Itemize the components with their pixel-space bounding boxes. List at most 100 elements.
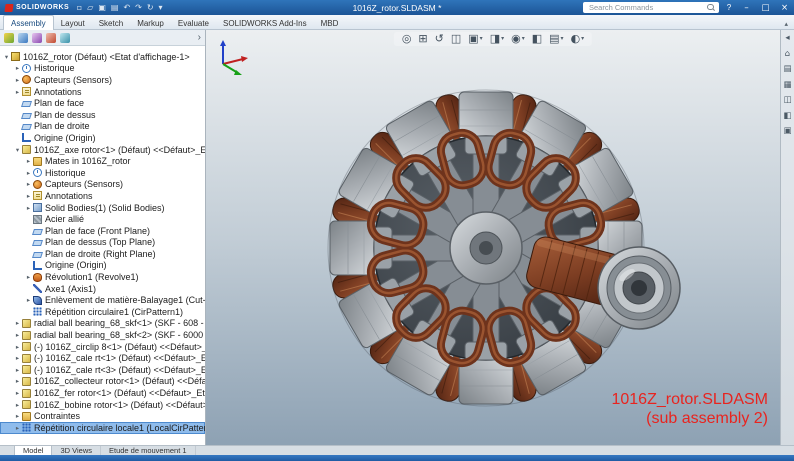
expand-arrow-icon[interactable]: ▸ <box>13 389 22 397</box>
graphics-area[interactable]: ◎ ⊞ ↺ ◫ ▣ ▾ ◨ ▾ ◉ ▾ ◧ ▤ ▾ ◐ ▾ 1016Z_rotor.SLDASM (sub … <box>206 30 780 445</box>
tree-item[interactable]: ▾ 1016Z_rotor (Défaut) <Etat d'affichage-… <box>0 51 205 63</box>
tree-item[interactable]: Plan de dessus <box>0 109 205 121</box>
expand-arrow-icon[interactable]: ▸ <box>13 319 22 327</box>
tab-solidworks-add-ins[interactable]: SOLIDWORKS Add-Ins <box>216 16 314 30</box>
section-view-icon[interactable]: ◫ <box>451 32 461 46</box>
hide-show-items-icon[interactable]: ◉ ▾ <box>511 32 525 46</box>
expand-arrow-icon[interactable]: ▸ <box>13 366 22 374</box>
tree-item[interactable]: ▸ radial ball bearing_68_skf<2> (SKF - 60… <box>0 329 205 341</box>
tab-layout[interactable]: Layout <box>54 16 92 30</box>
expand-arrow-icon[interactable]: ▸ <box>24 273 33 281</box>
tab-3d-views[interactable]: 3D Views <box>52 446 101 455</box>
expand-arrow-icon[interactable]: ▸ <box>13 331 22 339</box>
edit-appearance-icon[interactable]: ◧ <box>532 32 542 46</box>
expand-arrow-icon[interactable]: ▸ <box>24 169 33 177</box>
tree-item[interactable]: ▸ Annotations <box>0 190 205 202</box>
ribbon-collapse-icon[interactable]: ▴ <box>784 20 788 28</box>
expand-arrow-icon[interactable]: ▸ <box>13 64 22 72</box>
tree-item[interactable]: Plan de droite <box>0 121 205 133</box>
redo-icon[interactable]: ↷ <box>133 3 145 12</box>
command-search[interactable] <box>583 2 719 13</box>
expand-arrow-icon[interactable]: ▸ <box>13 354 22 362</box>
expand-arrow-icon[interactable]: ▸ <box>13 88 22 96</box>
close-button[interactable]: × <box>777 3 792 13</box>
tree-item[interactable]: ▸ Répétition circulaire locale1 (LocalCir… <box>0 422 205 434</box>
tree-item[interactable]: Acier allié <box>0 213 205 225</box>
tab-mbd[interactable]: MBD <box>314 16 346 30</box>
home-icon[interactable]: ⌂ <box>785 49 790 59</box>
zoom-area-icon[interactable]: ⊞ <box>418 32 427 46</box>
tree-item[interactable]: ▸ 1016Z_bobine rotor<1> (Défaut) <<Défaut… <box>0 399 205 411</box>
tree-item[interactable]: ▸ 1016Z_fer rotor<1> (Défaut) <<Défaut>_E… <box>0 387 205 399</box>
tree-item[interactable]: ▸ Révolution1 (Revolve1) <box>0 271 205 283</box>
expand-arrow-icon[interactable]: ▸ <box>13 401 22 409</box>
tab-motion-study-1[interactable]: Etude de mouvement 1 <box>101 446 196 455</box>
propertymanager-icon[interactable] <box>18 32 28 43</box>
minimize-button[interactable]: – <box>739 3 754 13</box>
tree-item[interactable]: ▸ Mates in 1016Z_rotor <box>0 155 205 167</box>
panel-expand-icon[interactable]: › <box>198 32 201 43</box>
options-arrow-icon[interactable]: ▾ <box>156 3 165 12</box>
tab-sketch[interactable]: Sketch <box>92 16 130 30</box>
featuremanager-tree-icon[interactable] <box>4 32 14 43</box>
tree-item[interactable]: ▸ (-) 1016Z_cale rt<3> (Défaut) <<Défaut>… <box>0 364 205 376</box>
tab-markup[interactable]: Markup <box>130 16 171 30</box>
tree-item[interactable]: ▸ Capteurs (Sensors) <box>0 74 205 86</box>
expand-arrow-icon[interactable]: ▾ <box>2 53 11 61</box>
tree-item[interactable]: ▸ (-) 1016Z_circlip 8<1> (Défaut) <<Défau… <box>0 341 205 353</box>
expand-arrow-icon[interactable]: ▸ <box>24 296 33 304</box>
search-input[interactable] <box>587 2 704 13</box>
tree-item[interactable]: ▾ 1016Z_axe rotor<1> (Défaut) <<Défaut>_E… <box>0 144 205 156</box>
view-orientation-icon[interactable]: ▣ ▾ <box>468 32 482 46</box>
ball-bearing[interactable] <box>597 246 681 330</box>
tree-item[interactable]: Axe1 (Axis1) <box>0 283 205 295</box>
appearances-icon[interactable]: ◧ <box>783 111 791 121</box>
tree-item[interactable]: Origine (Origin) <box>0 260 205 272</box>
tree-item[interactable]: Répétition circulaire1 (CirPattern1) <box>0 306 205 318</box>
maximize-button[interactable]: □ <box>758 3 773 13</box>
expand-arrow-icon[interactable]: ▸ <box>13 424 22 432</box>
taskpane-collapse-icon[interactable]: ◂ <box>785 34 789 43</box>
file-explorer-icon[interactable]: ▦ <box>783 80 791 90</box>
print-icon[interactable]: ▤ <box>108 3 121 12</box>
zoom-fit-icon[interactable]: ◎ <box>402 32 412 46</box>
tab-evaluate[interactable]: Evaluate <box>171 16 216 30</box>
tree-item[interactable]: ▸ 1016Z_collecteur rotor<1> (Défaut) <<Dé… <box>0 376 205 388</box>
tree-item[interactable]: Plan de face (Front Plane) <box>0 225 205 237</box>
open-file-icon[interactable]: ▱ <box>85 3 96 12</box>
tree-item[interactable]: ▸ Contraintes <box>0 410 205 422</box>
expand-arrow-icon[interactable]: ▸ <box>24 180 33 188</box>
tab-assembly[interactable]: Assembly <box>3 15 54 30</box>
tree-item[interactable]: ▸ radial ball bearing_68_skf<1> (SKF - 60… <box>0 318 205 330</box>
save-icon[interactable]: ▣ <box>96 3 109 12</box>
tree-item[interactable]: Plan de dessus (Top Plane) <box>0 237 205 249</box>
expand-arrow-icon[interactable]: ▸ <box>24 157 33 165</box>
view-palette-icon[interactable]: ◫ <box>783 96 791 105</box>
tree-item[interactable]: ▸ Historique <box>0 167 205 179</box>
tree-item[interactable]: Plan de droite (Right Plane) <box>0 248 205 260</box>
displaymanager-icon[interactable] <box>60 32 70 43</box>
custom-properties-icon[interactable]: ▣ <box>783 127 791 136</box>
help-button[interactable]: ? <box>723 3 735 12</box>
tree-item[interactable]: ▸ Solid Bodies(1) (Solid Bodies) <box>0 202 205 214</box>
tree-item[interactable]: Origine (Origin) <box>0 132 205 144</box>
design-library-icon[interactable]: ▤ <box>783 65 791 74</box>
rotor-3d-model[interactable] <box>206 30 780 445</box>
expand-arrow-icon[interactable]: ▸ <box>13 343 22 351</box>
display-style-icon[interactable]: ◨ ▾ <box>490 32 504 46</box>
rebuild-icon[interactable]: ↻ <box>144 3 156 12</box>
view-settings-icon[interactable]: ◐ ▾ <box>571 32 585 46</box>
expand-arrow-icon[interactable]: ▸ <box>13 412 22 420</box>
expand-arrow-icon[interactable]: ▾ <box>13 146 22 154</box>
expand-arrow-icon[interactable]: ▸ <box>24 192 33 200</box>
tree-item[interactable]: ▸ (-) 1016Z_cale rt<1> (Défaut) <<Défaut>… <box>0 352 205 364</box>
previous-view-icon[interactable]: ↺ <box>435 32 444 46</box>
tree-item[interactable]: ▸ Capteurs (Sensors) <box>0 179 205 191</box>
tree-item[interactable]: ▸ Historique <box>0 63 205 75</box>
tree-item[interactable]: ▸ Enlèvement de matière-Balayage1 (Cut-Sw… <box>0 294 205 306</box>
expand-arrow-icon[interactable]: ▸ <box>24 204 33 212</box>
dimxpertmanager-icon[interactable] <box>46 32 56 43</box>
tree-item[interactable]: Plan de face <box>0 97 205 109</box>
tree-item[interactable]: ▸ Annotations <box>0 86 205 98</box>
expand-arrow-icon[interactable]: ▸ <box>13 76 22 84</box>
